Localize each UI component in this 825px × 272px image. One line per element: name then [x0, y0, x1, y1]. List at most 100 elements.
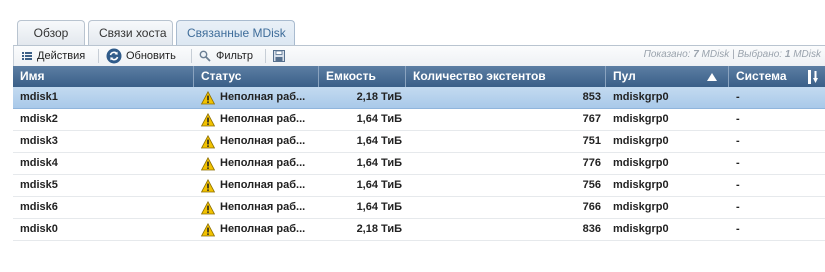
shown-unit: MDisk [698, 49, 730, 60]
cell-extents: 853 [582, 91, 601, 103]
cell-capacity: 1,64 ТиБ [356, 113, 402, 125]
table-body: mdisk1 Неполная раб... 2,18 ТиБ 853 mdiskgrp… [13, 87, 825, 241]
cell-capacity: 2,18 ТиБ [356, 223, 402, 235]
cell-pool: mdiskgrp0 [613, 223, 669, 235]
cell-pool: mdiskgrp0 [613, 179, 669, 191]
selection-summary: Показано: 7 MDisk | Выбрано: 1 MDisk [644, 49, 821, 60]
tab-overview[interactable]: Обзор [17, 20, 85, 45]
cell-system: - [736, 91, 740, 103]
actions-label: Действия [37, 50, 86, 62]
table-header: Имя Статус Емкость Количество экстентов … [13, 66, 825, 87]
cell-extents: 767 [582, 113, 601, 125]
cell-system: - [736, 135, 740, 147]
refresh-icon [106, 48, 122, 64]
column-header-name[interactable]: Имя [13, 66, 194, 87]
cell-name: mdisk5 [20, 179, 58, 191]
table-row[interactable]: mdisk4 Неполная раб... 1,64 ТиБ 776 mdiskgrp… [13, 153, 825, 175]
cell-system: - [736, 201, 740, 213]
cell-status: Неполная раб... [194, 219, 319, 240]
status-text: Неполная раб... [220, 201, 306, 213]
column-header-system[interactable]: Система [729, 66, 825, 87]
table-row[interactable]: mdisk6 Неполная раб... 1,64 ТиБ 766 mdiskgrp… [13, 197, 825, 219]
cell-capacity: 1,64 ТиБ [356, 135, 402, 147]
cell-capacity: 2,18 ТиБ [356, 91, 402, 103]
cell-system: - [736, 179, 740, 191]
status-text: Неполная раб... [220, 91, 306, 103]
cell-name: mdisk0 [20, 223, 58, 235]
list-icon [22, 52, 32, 60]
table-row[interactable]: mdisk3 Неполная раб... 1,64 ТиБ 751 mdiskgrp… [13, 131, 825, 153]
cell-capacity: 1,64 ТиБ [356, 179, 402, 191]
save-icon [273, 50, 285, 62]
status-text: Неполная раб... [220, 113, 306, 125]
cell-name: mdisk3 [20, 135, 58, 147]
cell-name: mdisk4 [20, 157, 58, 169]
tab-host-mappings[interactable]: Связи хоста [88, 20, 173, 45]
refresh-button[interactable]: Обновить [106, 47, 176, 65]
cell-capacity: 1,64 ТиБ [356, 201, 402, 213]
cell-name: mdisk6 [20, 201, 58, 213]
cell-extents: 756 [582, 179, 601, 191]
refresh-label: Обновить [126, 50, 176, 62]
cell-system: - [736, 223, 740, 235]
warning-icon [201, 200, 215, 214]
column-header-capacity[interactable]: Емкость [319, 66, 406, 87]
cell-status: Неполная раб... [194, 175, 319, 196]
toolbar-divider [265, 49, 266, 63]
filter-label: Фильтр [216, 50, 253, 62]
selected-unit: MDisk [790, 49, 821, 60]
export-button[interactable] [273, 47, 285, 65]
cell-pool: mdiskgrp0 [613, 91, 669, 103]
column-header-pool-label: Пул [613, 69, 636, 83]
column-header-system-label: Система [736, 69, 787, 83]
filter-button[interactable]: Фильтр [199, 47, 253, 65]
cell-capacity: 1,64 ТиБ [356, 157, 402, 169]
mdisk-table: Имя Статус Емкость Количество экстентов … [13, 66, 825, 241]
cell-pool: mdiskgrp0 [613, 113, 669, 125]
cell-extents: 766 [582, 201, 601, 213]
sort-ascending-icon [707, 73, 717, 81]
status-text: Неполная раб... [220, 135, 306, 147]
column-header-status[interactable]: Статус [194, 66, 319, 87]
status-text: Неполная раб... [220, 157, 306, 169]
cell-pool: mdiskgrp0 [613, 135, 669, 147]
warning-icon [201, 90, 215, 104]
cell-status: Неполная раб... [194, 87, 319, 108]
shown-label: Показано: [643, 49, 694, 60]
status-text: Неполная раб... [220, 223, 306, 235]
cell-pool: mdiskgrp0 [613, 157, 669, 169]
cell-system: - [736, 113, 740, 125]
cell-extents: 776 [582, 157, 601, 169]
magnifier-icon [199, 50, 211, 62]
status-text: Неполная раб... [220, 179, 306, 191]
actions-button[interactable]: Действия [21, 47, 85, 65]
table-row[interactable]: mdisk0 Неполная раб... 2,18 ТиБ 836 mdiskgrp… [13, 219, 825, 241]
table-row[interactable]: mdisk1 Неполная раб... 2,18 ТиБ 853 mdiskgrp… [13, 87, 825, 109]
cell-system: - [736, 157, 740, 169]
tab-member-mdisks[interactable]: Связанные MDisk [176, 20, 295, 45]
cell-status: Неполная раб... [194, 197, 319, 218]
cell-extents: 751 [582, 135, 601, 147]
warning-icon [201, 112, 215, 126]
cell-status: Неполная раб... [194, 153, 319, 174]
column-header-extents[interactable]: Количество экстентов [406, 66, 606, 87]
table-row[interactable]: mdisk2 Неполная раб... 1,64 ТиБ 767 mdiskgrp… [13, 109, 825, 131]
cell-name: mdisk1 [20, 91, 58, 103]
table-row[interactable]: mdisk5 Неполная раб... 1,64 ТиБ 756 mdiskgrp… [13, 175, 825, 197]
selected-label: Выбрано: [737, 49, 785, 60]
warning-icon [201, 156, 215, 170]
cell-name: mdisk2 [20, 113, 58, 125]
tab-bar: Обзор Связи хоста Связанные MDisk [17, 20, 298, 45]
warning-icon [201, 178, 215, 192]
column-sort-icon[interactable] [807, 70, 819, 84]
cell-status: Неполная раб... [194, 131, 319, 152]
toolbar: Действия Обновить Фильтр Показано: 7 MDi… [13, 46, 825, 66]
cell-pool: mdiskgrp0 [613, 201, 669, 213]
toolbar-divider [98, 49, 99, 63]
toolbar-divider [191, 49, 192, 63]
warning-icon [201, 134, 215, 148]
cell-extents: 836 [582, 223, 601, 235]
column-header-pool[interactable]: Пул [606, 66, 729, 87]
cell-status: Неполная раб... [194, 109, 319, 130]
warning-icon [201, 222, 215, 236]
